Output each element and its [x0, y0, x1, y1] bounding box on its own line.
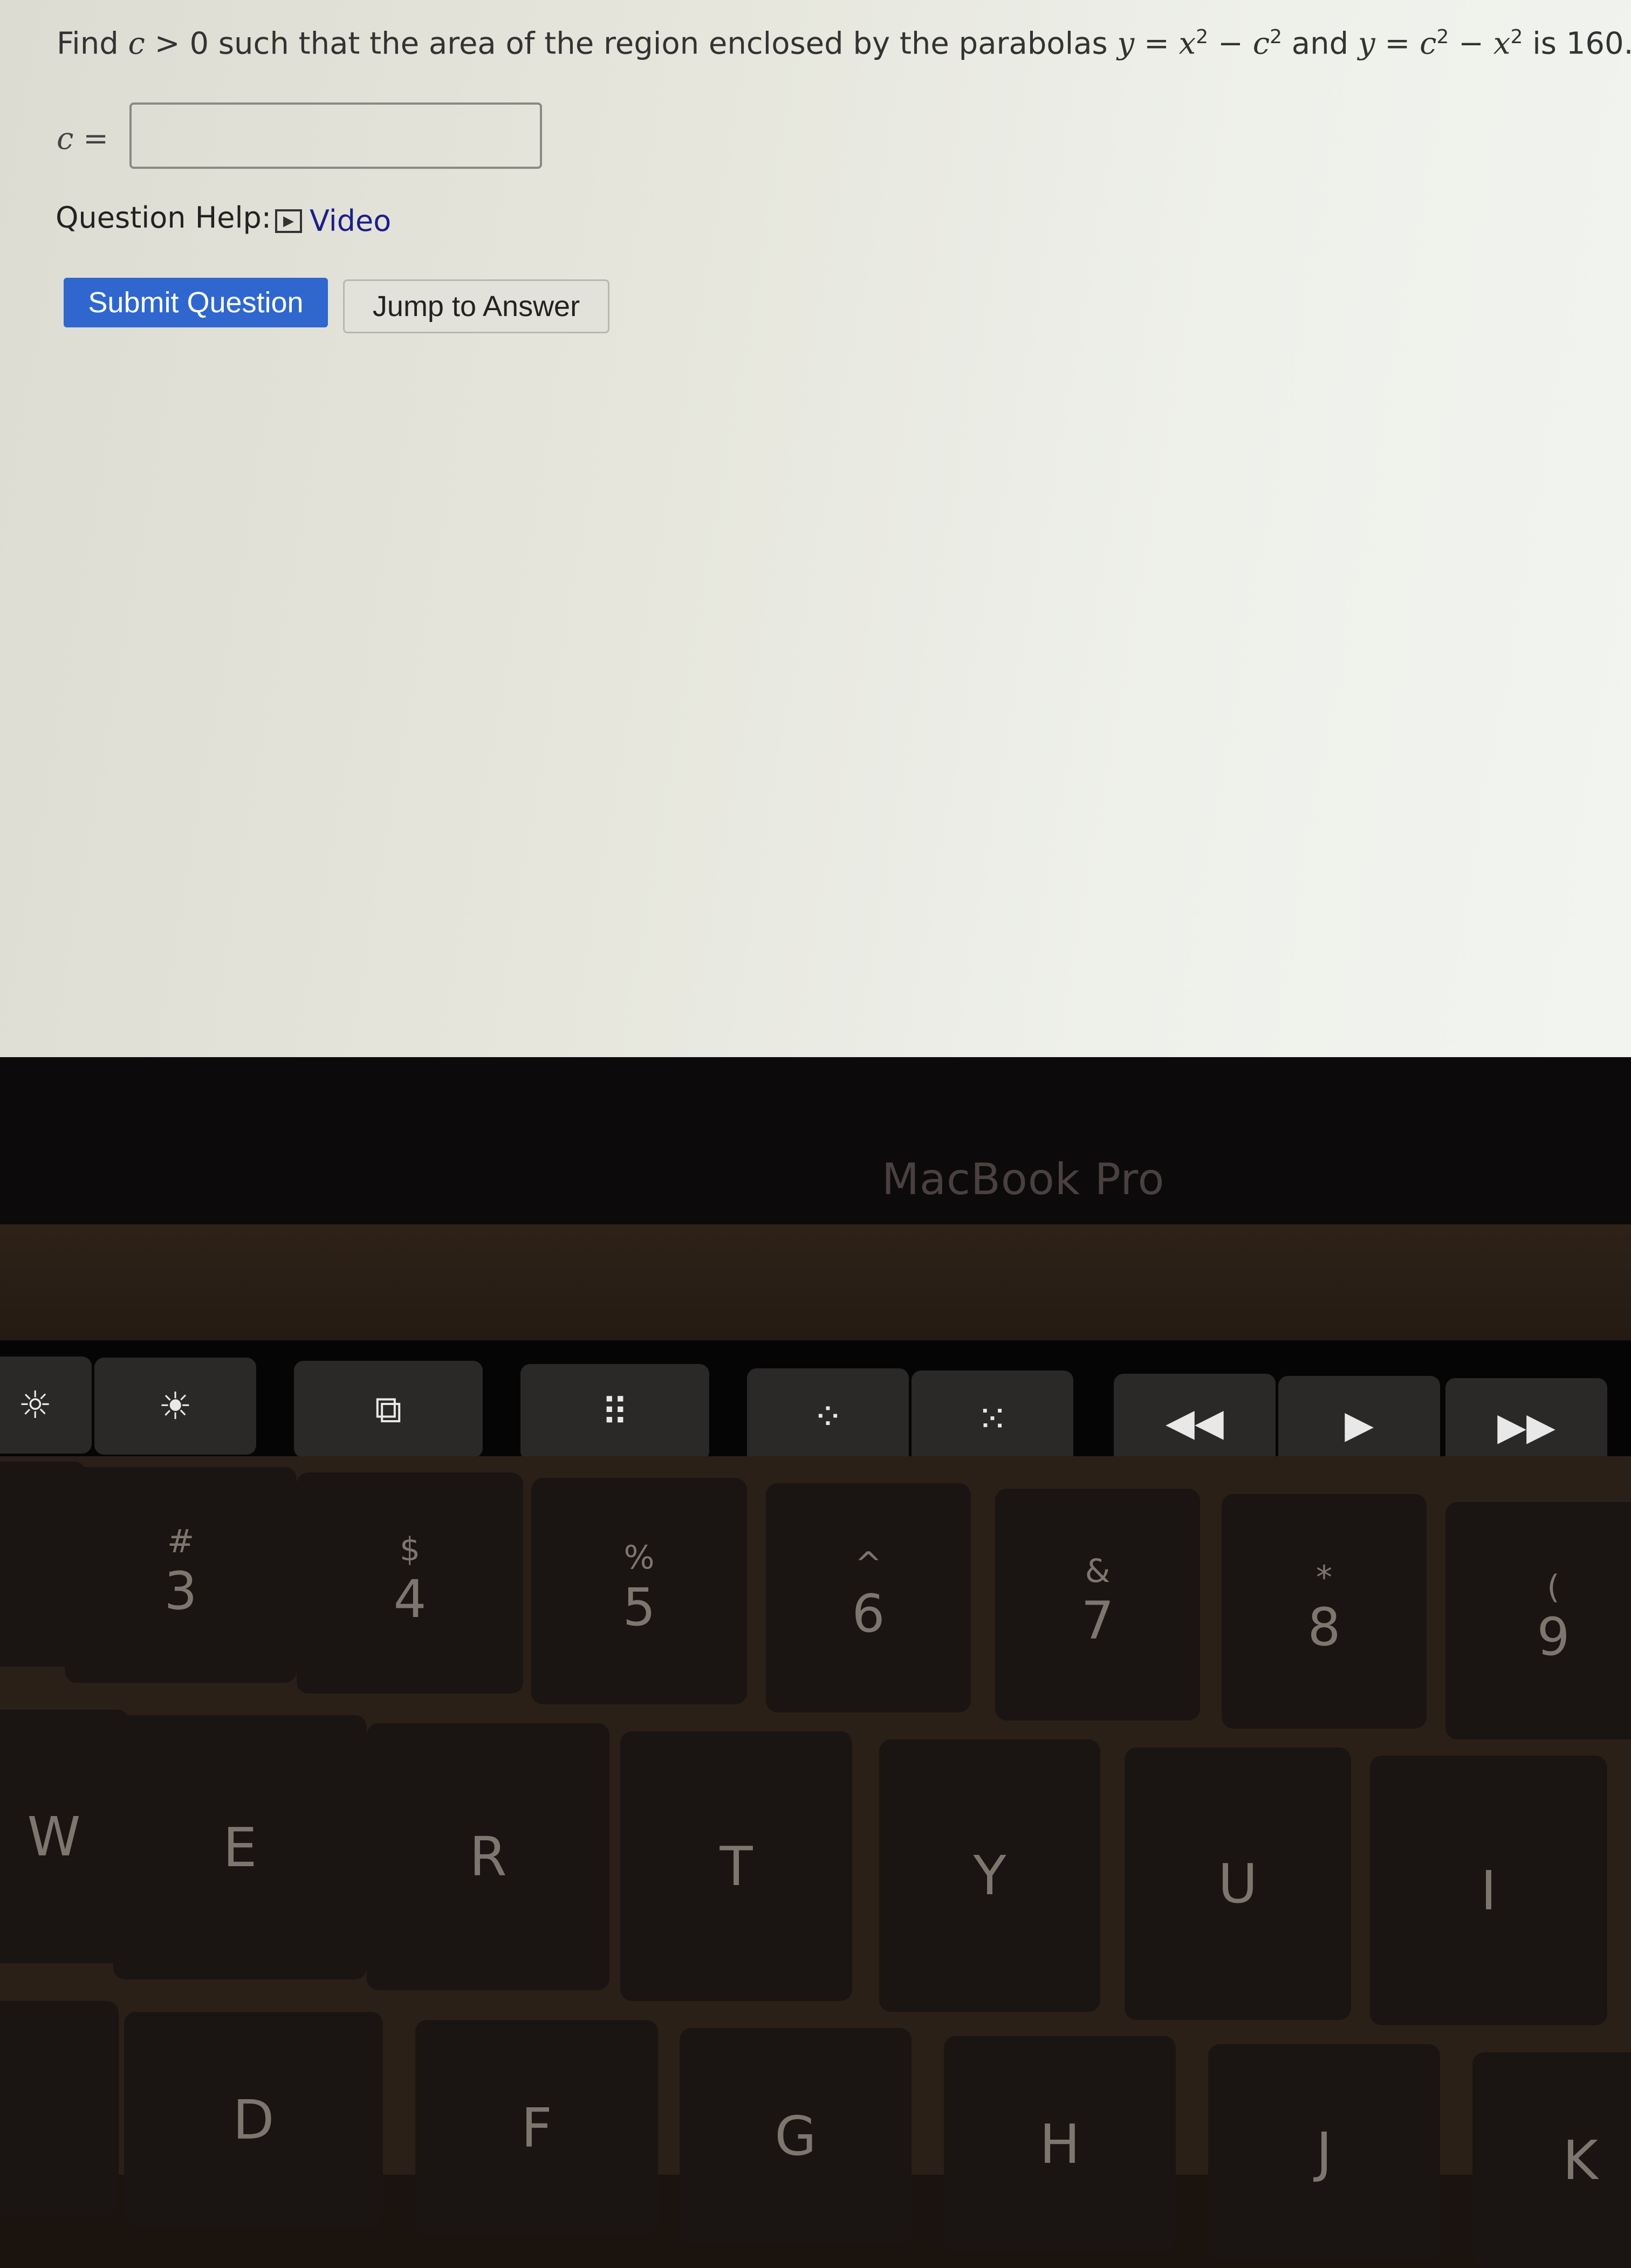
question-prefix: Find — [57, 26, 128, 61]
key-char: 8 — [1307, 1597, 1341, 1658]
key-7[interactable]: & 7 — [995, 1489, 1200, 1721]
jump-to-answer-button[interactable]: Jump to Answer — [343, 279, 609, 333]
key-s[interactable]: S — [0, 2001, 119, 2217]
key-char: 5 — [622, 1577, 656, 1637]
exponent: 2 — [1510, 26, 1523, 48]
question-suffix: is 160. — [1523, 26, 1631, 61]
key-char: G — [775, 2104, 817, 2168]
key-g[interactable]: G — [680, 2028, 912, 2244]
glyph: ◀◀ — [1166, 1400, 1224, 1444]
key-char: D — [232, 2088, 275, 2151]
glyph: ⠿ — [601, 1390, 629, 1435]
exponent: 2 — [1196, 26, 1209, 48]
key-e[interactable]: E — [113, 1715, 367, 1979]
play-icon: ▶ — [275, 209, 302, 233]
glyph: ⁙ — [976, 1397, 1009, 1441]
key-shift-char: % — [623, 1538, 655, 1577]
launchpad-icon[interactable]: ⠿ — [520, 1364, 709, 1461]
browser-screen: Find c > 0 such that the area of the reg… — [0, 0, 1631, 1079]
key-char: 6 — [852, 1584, 885, 1645]
key-shift-char: # — [167, 1522, 195, 1560]
key-char: T — [719, 1834, 753, 1898]
key-shift-char: & — [1085, 1552, 1111, 1590]
key-9[interactable]: (9 — [1445, 1502, 1631, 1739]
question-text: Find c > 0 such that the area of the reg… — [57, 26, 1631, 61]
key-char: 3 — [164, 1560, 197, 1621]
key-char: 4 — [393, 1568, 427, 1629]
key-5[interactable]: % 5 — [531, 1478, 747, 1704]
key-shift-char: ^ — [854, 1545, 882, 1584]
key-char: I — [1481, 1859, 1497, 1922]
glyph: ☼ — [18, 1383, 52, 1427]
keyboard-light-down-icon[interactable]: ⁘ — [747, 1368, 909, 1465]
var-c: c — [128, 26, 145, 61]
exponent: 2 — [1270, 26, 1282, 48]
key-8[interactable]: * 8 — [1222, 1494, 1427, 1729]
key-char: E — [223, 1815, 257, 1879]
key-shift-char: ( — [1547, 1568, 1560, 1606]
key-char: F — [521, 2096, 552, 2160]
key-f[interactable]: F — [415, 2020, 658, 2236]
device-brand-label: MacBook Pro — [882, 1154, 1165, 1204]
question-condition: > 0 such that the area of the region enc… — [145, 26, 1118, 61]
key-char: H — [1039, 2112, 1080, 2176]
exponent: 2 — [1436, 26, 1449, 48]
key-char: 9 — [1537, 1606, 1570, 1667]
glyph: ▶▶ — [1497, 1404, 1555, 1449]
video-label: Video — [310, 204, 392, 238]
laptop-hinge — [0, 1224, 1631, 1348]
key-i[interactable]: I — [1370, 1756, 1607, 2025]
answer-input[interactable] — [129, 102, 542, 169]
question-help-label: Question Help: — [56, 201, 271, 235]
glyph: ⧉ — [375, 1387, 402, 1431]
equation-1: y = x — [1117, 26, 1196, 61]
key-t[interactable]: T — [620, 1731, 852, 2001]
key-3[interactable]: #3 — [65, 1467, 297, 1683]
key-w[interactable]: W — [0, 1710, 129, 1963]
equation-2: y = c — [1358, 26, 1437, 61]
key-u[interactable]: U — [1125, 1748, 1351, 2020]
key-char: Y — [973, 1844, 1006, 1907]
equation-2-rest: − x — [1449, 26, 1511, 61]
key-r[interactable]: R — [367, 1723, 609, 1990]
submit-question-button[interactable]: Submit Question — [64, 278, 328, 327]
mission-control-icon[interactable]: ⧉ — [294, 1361, 483, 1458]
key-char: J — [1316, 2120, 1332, 2184]
brightness-up-icon[interactable]: ☀ — [94, 1358, 256, 1455]
glyph: ☀ — [158, 1384, 193, 1428]
key-shift-char: $ — [399, 1530, 421, 1568]
key-6[interactable]: ^ 6 — [766, 1483, 971, 1712]
keyboard-light-up-icon[interactable]: ⁙ — [912, 1371, 1073, 1468]
key-char: R — [469, 1825, 507, 1888]
laptop-bezel — [0, 1057, 1631, 1235]
brightness-down-icon[interactable]: ☼ — [0, 1356, 92, 1454]
key-char: U — [1218, 1852, 1258, 1915]
key-shift-char: * — [1316, 1559, 1332, 1597]
touch-bar: ☼ ☀ ⧉ ⠿ ⁘ ⁙ ◀◀ ▶ ▶▶ — [0, 1340, 1631, 1475]
video-help-link[interactable]: ▶ Video — [275, 204, 391, 238]
conjunction: and — [1282, 26, 1358, 61]
key-4[interactable]: $4 — [297, 1472, 523, 1694]
equation-1-rest: − c — [1208, 26, 1270, 61]
key-y[interactable]: Y — [879, 1739, 1100, 2012]
key-j[interactable]: J — [1208, 2044, 1440, 2260]
key-h[interactable]: H — [944, 2036, 1176, 2252]
key-char: K — [1563, 2128, 1598, 2192]
key-d[interactable]: D — [124, 2012, 383, 2228]
glyph: ▶ — [1345, 1402, 1374, 1447]
key-char: 7 — [1081, 1590, 1114, 1651]
glyph: ⁘ — [812, 1395, 844, 1439]
key-char: W — [27, 1805, 81, 1868]
keyboard: #3 $4 %5 ^6 &7 *8 (9 W E R T Y U I S D F… — [0, 1456, 1631, 2268]
key-k[interactable]: K — [1472, 2052, 1631, 2268]
answer-label: c = — [57, 121, 109, 156]
